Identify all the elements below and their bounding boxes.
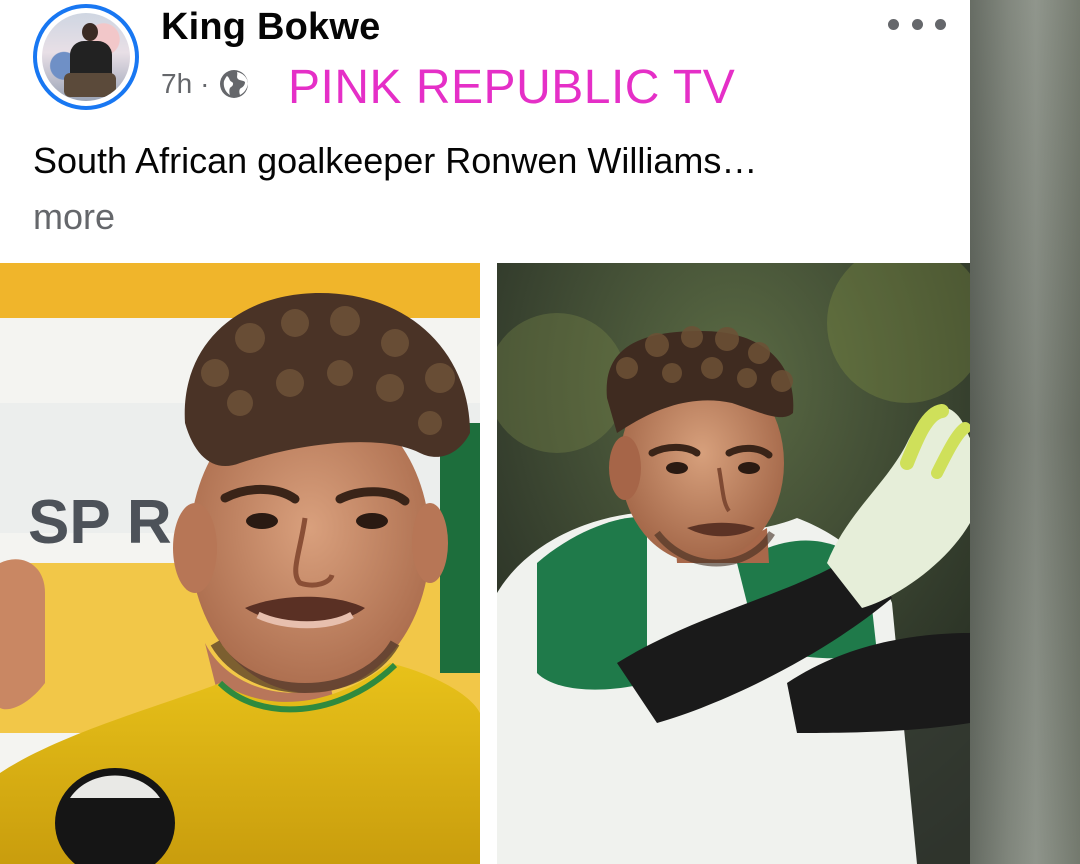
post-text: South African goalkeeper Ronwen Williams…	[33, 140, 758, 181]
post-card: King Bokwe 7h · PINK REPUBLIC TV South A…	[0, 0, 970, 864]
backdrop-sponsor-text: SP R	[28, 488, 172, 557]
author-avatar[interactable]	[33, 4, 139, 110]
post-timestamp[interactable]: 7h	[161, 68, 192, 100]
meta-separator: ·	[200, 68, 210, 99]
more-options-icon[interactable]	[888, 10, 946, 38]
author-name[interactable]: King Bokwe	[161, 6, 380, 49]
post-meta: 7h ·	[161, 66, 250, 102]
globe-icon[interactable]	[218, 68, 250, 100]
see-more-link[interactable]: more	[33, 196, 115, 238]
page-watermark: PINK REPUBLIC TV	[288, 61, 736, 114]
post-photo-left[interactable]: SP R	[0, 263, 480, 864]
background-strip	[970, 0, 1080, 864]
post-photo-right[interactable]	[497, 263, 970, 864]
avatar	[42, 13, 130, 101]
